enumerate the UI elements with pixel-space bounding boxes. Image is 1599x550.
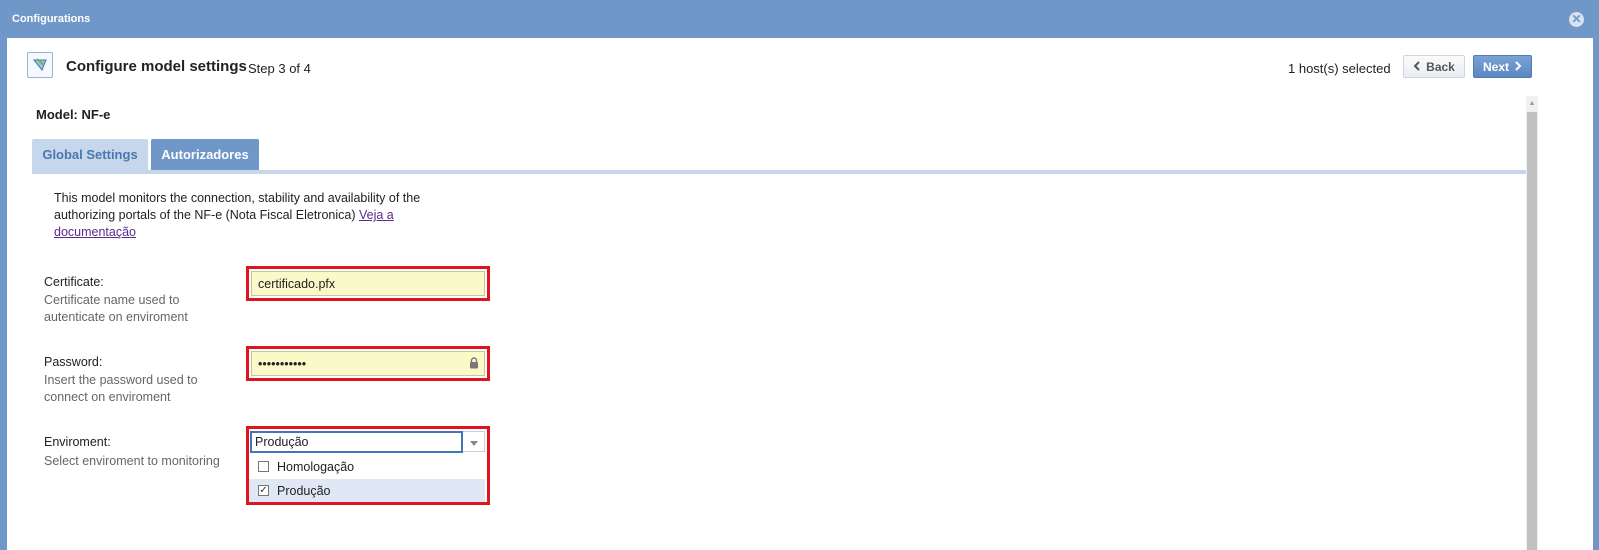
tab-global-settings[interactable]: Global Settings bbox=[32, 139, 148, 170]
option-label: Produção bbox=[277, 483, 331, 498]
model-label: Model: NF-e bbox=[36, 107, 111, 122]
wizard-panel: Configure model settings Step 3 of 4 1 h… bbox=[7, 38, 1593, 550]
environment-label: Enviroment: bbox=[44, 435, 111, 449]
environment-combo-trigger[interactable] bbox=[463, 431, 485, 452]
chevron-down-icon bbox=[469, 434, 478, 449]
page-title: Configure model settings bbox=[66, 58, 247, 75]
password-help: Insert the password used to connect on e… bbox=[44, 373, 198, 404]
environment-help: Select enviroment to monitoring bbox=[44, 454, 220, 468]
vertical-scrollbar[interactable]: ▲ bbox=[1526, 96, 1538, 550]
model-description: This model monitors the connection, stab… bbox=[54, 190, 434, 241]
environment-combo-input[interactable] bbox=[250, 431, 463, 453]
chevron-right-icon bbox=[1515, 60, 1522, 74]
lock-icon bbox=[469, 357, 479, 369]
tab-label: Autorizadores bbox=[161, 147, 249, 162]
tab-label: Global Settings bbox=[42, 147, 138, 162]
password-label: Password: bbox=[44, 355, 103, 369]
environment-option-homologacao[interactable]: Homologação bbox=[249, 455, 485, 478]
configurations-window: Configurations ✕ Configure model setting… bbox=[0, 0, 1599, 550]
window-titlebar: Configurations ✕ bbox=[0, 0, 1599, 38]
chevron-left-icon bbox=[1413, 60, 1420, 74]
environment-option-producao[interactable]: ✓ Produção bbox=[249, 479, 485, 502]
certificate-input[interactable] bbox=[251, 271, 485, 296]
scroll-up-icon[interactable]: ▲ bbox=[1526, 96, 1538, 110]
checkbox-unchecked[interactable] bbox=[258, 461, 269, 472]
certificate-label: Certificate: bbox=[44, 275, 104, 289]
next-button[interactable]: Next bbox=[1473, 55, 1532, 78]
certificate-help: Certificate name used to autenticate on … bbox=[44, 293, 188, 324]
back-button-label: Back bbox=[1426, 59, 1455, 74]
step-indicator: Step 3 of 4 bbox=[248, 61, 311, 76]
option-label: Homologação bbox=[277, 459, 355, 474]
tab-strip bbox=[32, 170, 1526, 174]
model-icon bbox=[27, 52, 53, 78]
window-title: Configurations bbox=[12, 13, 91, 25]
scroll-thumb[interactable] bbox=[1527, 112, 1537, 550]
checkbox-checked[interactable]: ✓ bbox=[258, 485, 269, 496]
back-button[interactable]: Back bbox=[1403, 55, 1465, 78]
close-icon[interactable]: ✕ bbox=[1569, 12, 1584, 27]
environment-dropdown: Homologação ✓ Produção bbox=[249, 455, 485, 502]
hosts-selected-count: 1 host(s) selected bbox=[1288, 61, 1391, 76]
tab-autorizadores[interactable]: Autorizadores bbox=[151, 139, 259, 170]
password-input[interactable] bbox=[251, 351, 485, 376]
next-button-label: Next bbox=[1482, 59, 1509, 74]
